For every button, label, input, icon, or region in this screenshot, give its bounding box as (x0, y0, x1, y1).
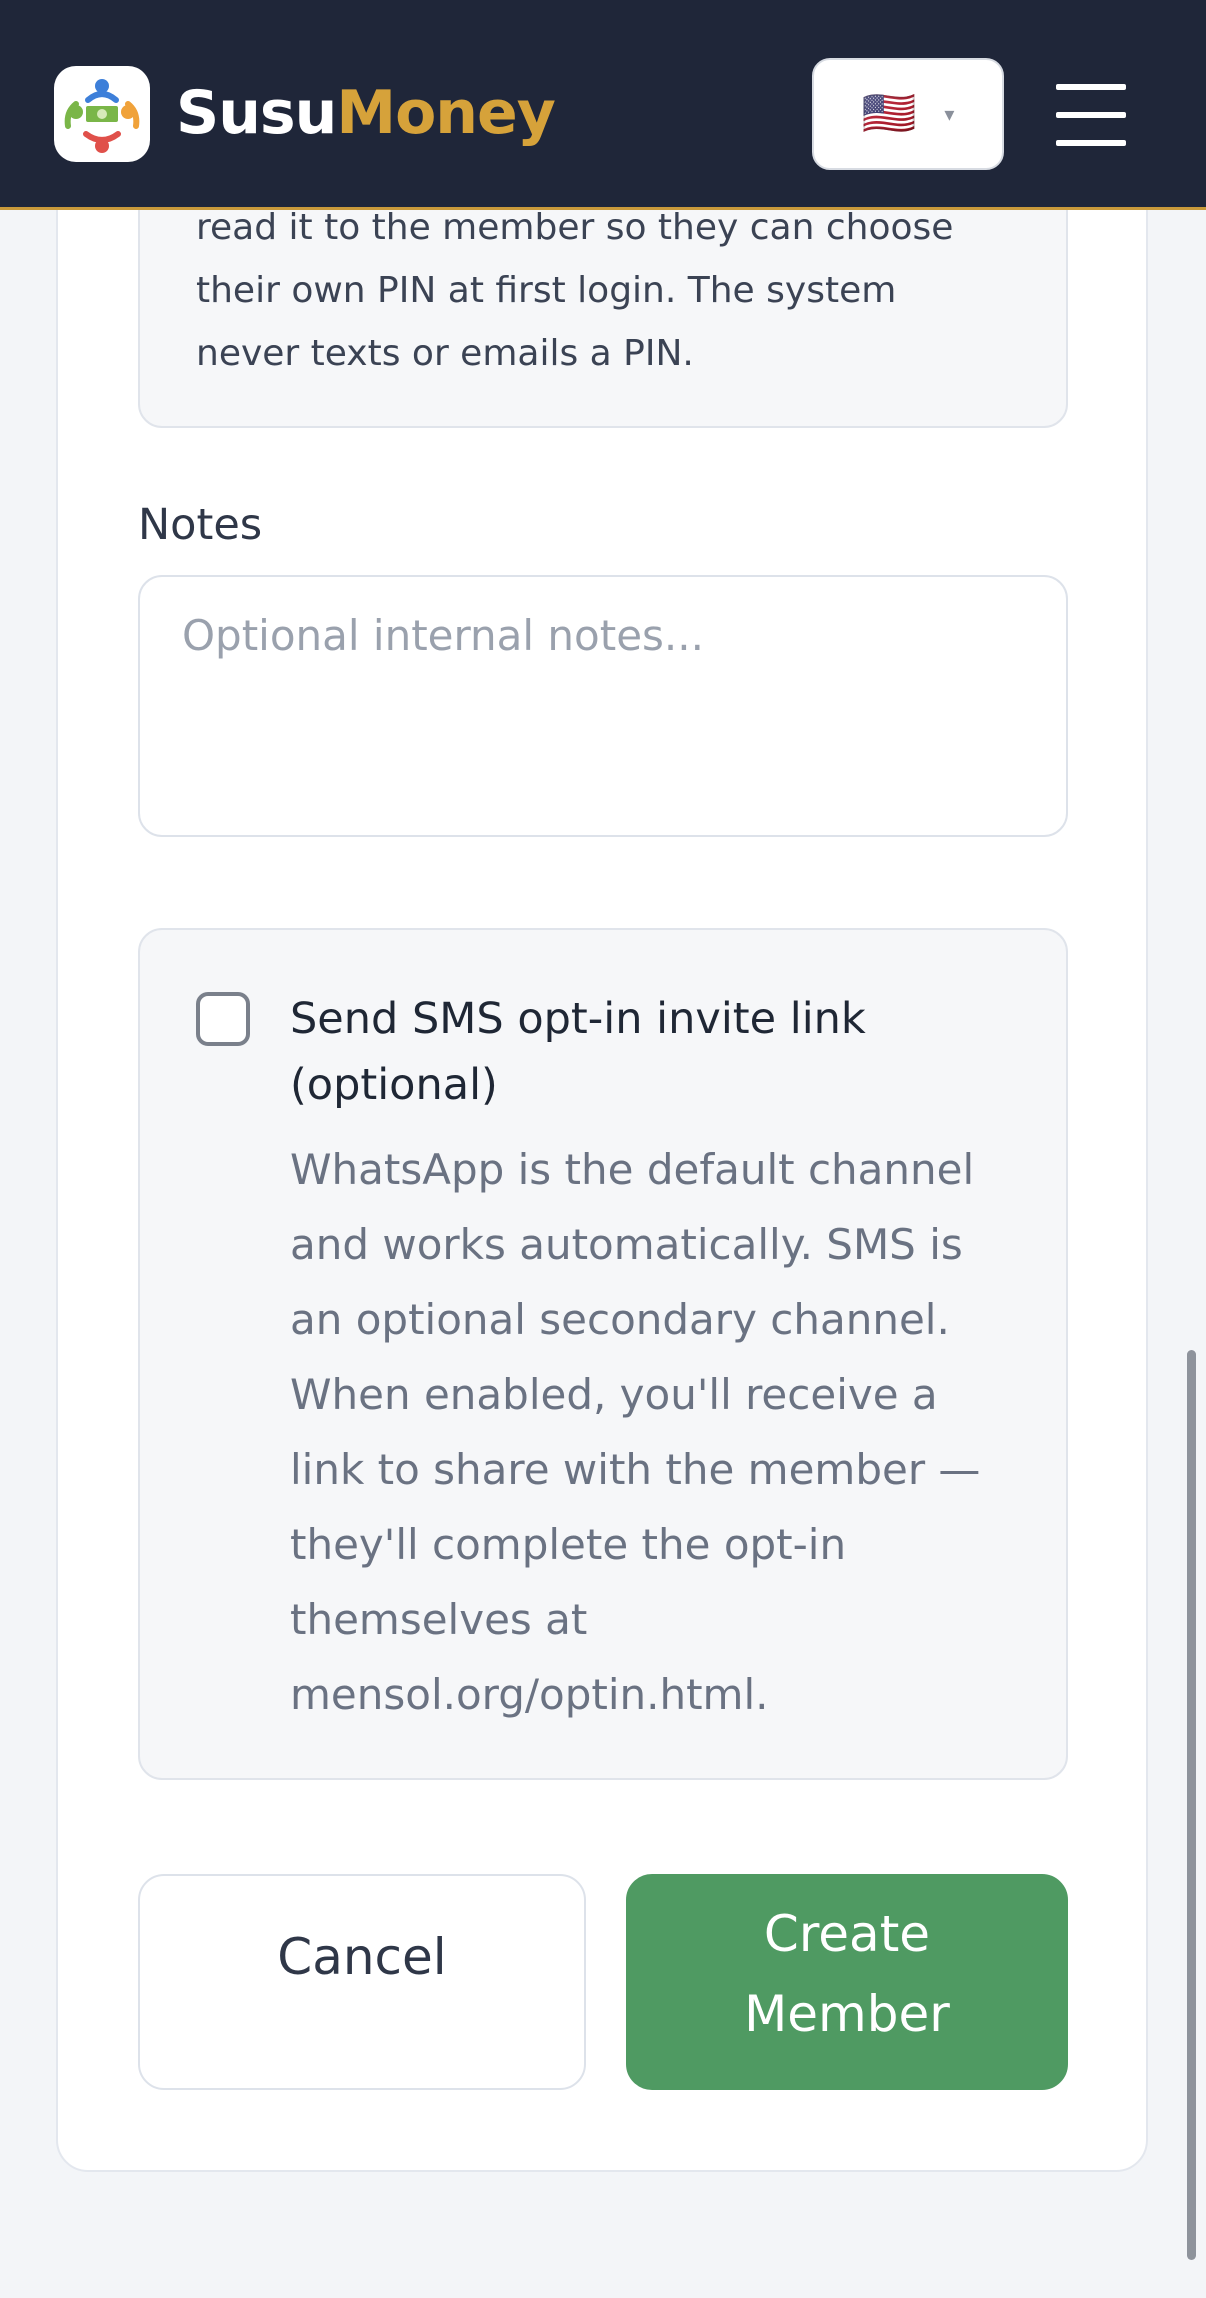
susu-circle-logo-icon (64, 79, 140, 153)
sms-optin-checkbox[interactable] (196, 992, 250, 1046)
page-scrollbar[interactable] (1187, 1350, 1196, 2260)
brand-name[interactable]: SusuMoney (176, 78, 556, 148)
logo-icon[interactable] (54, 66, 150, 162)
sms-optin-box: Send SMS opt-in invite link (optional) W… (138, 928, 1068, 1780)
create-member-label: Create Member (744, 1905, 950, 2043)
chevron-down-icon: ▾ (944, 102, 955, 126)
notes-label: Notes (138, 500, 263, 550)
top-navbar: SusuMoney 🇺🇸 ▾ (0, 0, 1206, 210)
menu-line-bottom (1056, 140, 1126, 146)
cancel-button[interactable]: Cancel (138, 1874, 586, 2090)
language-selector[interactable]: 🇺🇸 ▾ (812, 58, 1004, 170)
sms-optin-description: WhatsApp is the default channel and work… (290, 1145, 981, 1719)
create-member-button[interactable]: Create Member (626, 1874, 1068, 2090)
brand-name-part2: Money (336, 78, 555, 148)
hamburger-menu-icon[interactable] (1056, 80, 1126, 146)
us-flag-icon: 🇺🇸 (861, 88, 917, 139)
page: read it to the member so they can choose… (0, 0, 1206, 2298)
sms-optin-title[interactable]: Send SMS opt-in invite link (optional) (290, 986, 1010, 1118)
menu-line-top (1056, 84, 1126, 90)
pin-info-text: read it to the member so they can choose… (196, 207, 954, 374)
brand-name-part1: Susu (176, 78, 337, 148)
menu-line-middle (1056, 112, 1126, 118)
notes-input[interactable] (138, 575, 1068, 837)
